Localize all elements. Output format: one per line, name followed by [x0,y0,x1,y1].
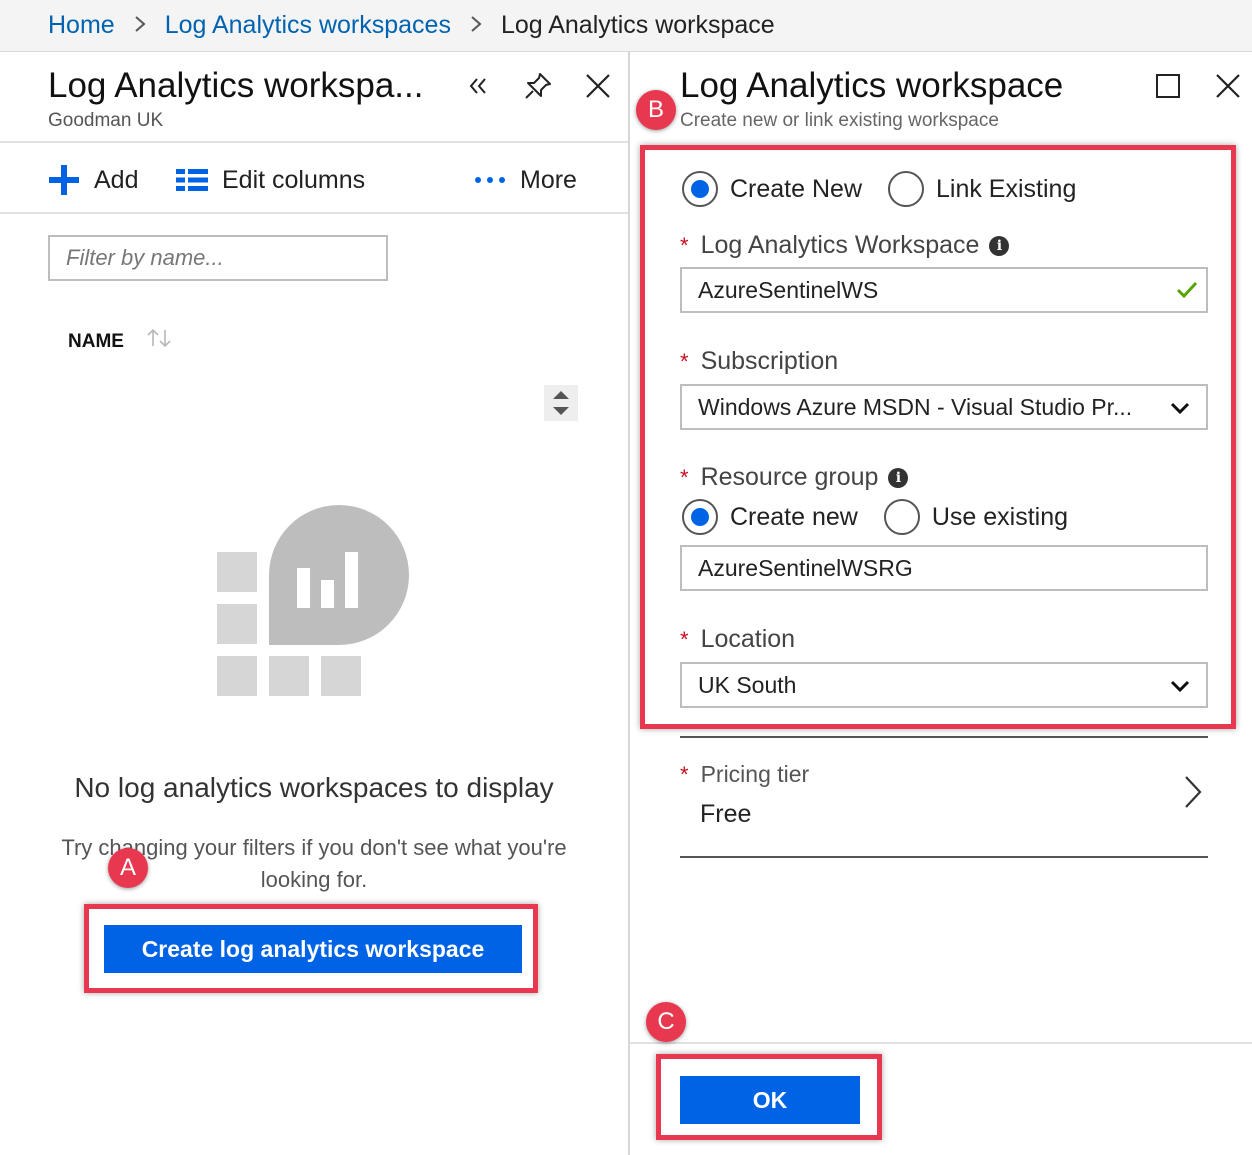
pricing-tier-label: * Pricing tier [680,761,809,788]
pricing-tier-top-rule [680,736,1208,738]
edit-columns-button[interactable]: Edit columns [176,162,365,198]
more-icon [475,177,505,183]
highlight-box-b [640,145,1236,729]
plus-icon [49,165,79,195]
header-divider [0,141,628,143]
breadcrumb-workspaces[interactable]: Log Analytics workspaces [165,11,451,40]
breadcrumb: Home Log Analytics workspaces Log Analyt… [0,0,1252,52]
pricing-tier-value[interactable]: Free [700,800,751,829]
chevron-right-icon [133,13,147,39]
edit-columns-icon [176,169,208,191]
breadcrumb-home[interactable]: Home [48,11,115,40]
blade-subtitle: Create new or link existing workspace [680,110,999,131]
sort-icon[interactable] [146,328,172,354]
scroll-spinner[interactable] [544,385,578,421]
pricing-tier-label-text: Pricing tier [700,761,810,787]
command-bar-divider [0,212,628,214]
chevron-right-icon [469,13,483,39]
edit-columns-label: Edit columns [222,165,366,194]
more-label: More [520,165,577,194]
blade-title: Log Analytics workspa... [48,66,424,105]
filter-input[interactable] [48,235,388,281]
required-marker: * [680,761,689,787]
maximize-icon[interactable] [1148,66,1188,106]
collapse-icon[interactable] [458,66,498,106]
breadcrumb-current: Log Analytics workspace [500,11,775,39]
empty-state-icon [214,500,414,705]
footer-divider [630,1042,1252,1044]
more-button[interactable]: More [474,162,577,198]
blade-subtitle: Goodman UK [48,110,164,131]
pricing-tier-bottom-rule [680,856,1208,858]
chevron-right-icon[interactable] [1182,774,1204,815]
annotation-marker-c: C [646,1002,686,1042]
pin-icon[interactable] [518,66,558,106]
close-icon[interactable] [578,66,618,106]
empty-state-title: No log analytics workspaces to display [74,772,554,803]
blade-title: Log Analytics workspace [680,66,1064,105]
add-label: Add [94,165,139,194]
annotation-marker-a: A [108,848,148,888]
close-icon[interactable] [1208,66,1248,106]
highlight-box-c [656,1054,882,1140]
highlight-box-a [84,904,538,993]
annotation-marker-b: B [636,90,676,130]
add-button[interactable]: Add [48,162,138,198]
column-header-name[interactable]: NAME [68,331,124,353]
